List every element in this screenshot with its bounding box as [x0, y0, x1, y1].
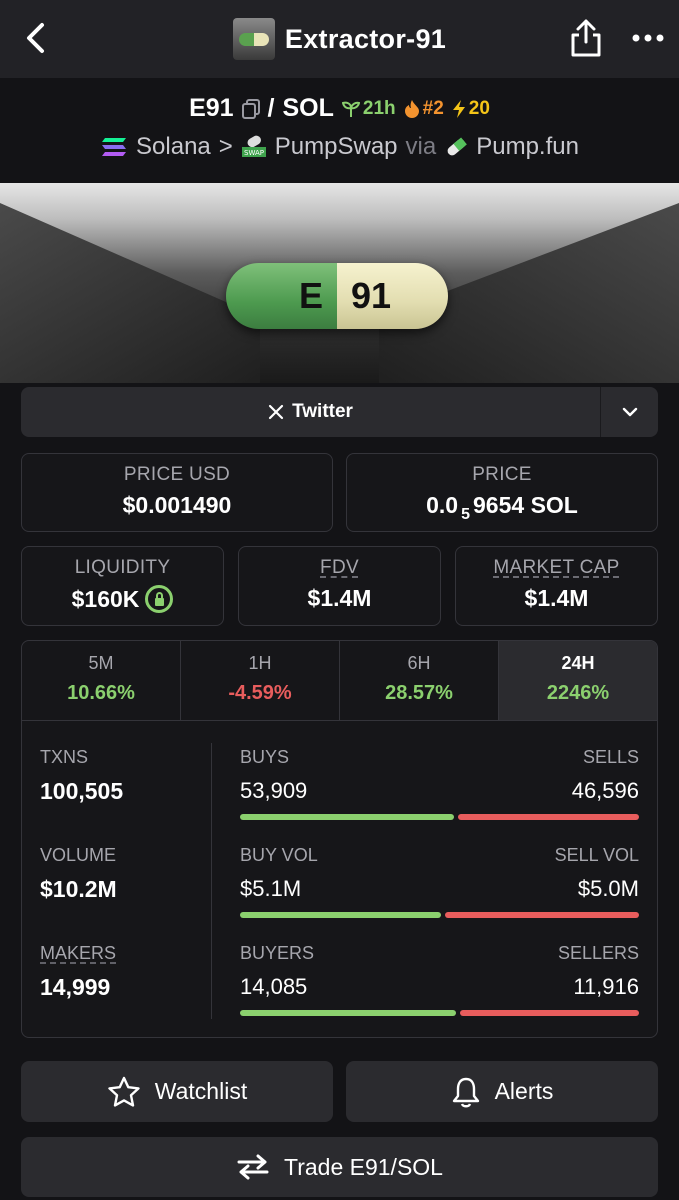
dex-link[interactable]: PumpSwap: [275, 133, 398, 161]
volume-row: VOLUME $10.2M BUY VOL SELL VOL $5.1M $5.0M: [22, 845, 657, 943]
stats-panel: 5M 10.66% 1H -4.59% 6H 28.57% 24H 2246% TXNS…: [21, 640, 658, 1038]
token-banner-image: E 91: [0, 183, 679, 383]
trade-button[interactable]: Trade E91/SOL: [21, 1137, 658, 1197]
quote-symbol: SOL: [282, 94, 334, 122]
volume-label: VOLUME: [40, 845, 117, 865]
chain-link[interactable]: Solana: [136, 133, 211, 161]
copy-icon[interactable]: [241, 98, 260, 119]
makers-row: MAKERS 14,999 BUYERS SELLERS 14,085 11,916: [22, 943, 657, 1037]
buy-vol-label: BUY VOL: [240, 845, 318, 865]
flame-icon: [404, 100, 419, 118]
alerts-button[interactable]: Alerts: [346, 1061, 658, 1122]
market-cap-value: $1.4M: [524, 585, 589, 611]
seedling-icon: [341, 101, 360, 117]
makers-label[interactable]: MAKERS: [40, 943, 116, 964]
sellers-label: SELLERS: [557, 943, 639, 963]
liquidity-value-wrap: $160K: [22, 585, 223, 613]
top-bar: Extractor-91: [0, 0, 679, 78]
buy-vol-value: $5.1M: [240, 876, 302, 901]
makers-value: 14,999: [40, 974, 111, 1000]
price-native-value: 0.0 5 9654 SOL: [426, 492, 578, 523]
share-icon[interactable]: [569, 18, 603, 58]
boosts-value: 20: [468, 97, 490, 119]
txns-label: TXNS: [40, 747, 89, 767]
txns-ratio-bar: [240, 814, 639, 820]
sells-value: 46,596: [571, 778, 639, 803]
watchlist-label: Watchlist: [154, 1078, 248, 1104]
buyers-value: 14,085: [240, 974, 308, 999]
x-logo-icon: [268, 404, 284, 420]
alerts-label: Alerts: [494, 1078, 554, 1104]
liquidity-card: LIQUIDITY $160K: [21, 546, 224, 626]
tab-1h[interactable]: 1H -4.59%: [181, 641, 340, 720]
price-native-label: PRICE: [472, 464, 532, 485]
pair-slash: /: [267, 94, 275, 122]
back-arrow-icon[interactable]: [18, 20, 54, 56]
star-icon: [108, 1076, 140, 1107]
more-options-icon[interactable]: [631, 26, 665, 50]
txns-row: TXNS 100,505 BUYS SELLS 53,909 46,596: [22, 747, 657, 845]
watchlist-button[interactable]: Watchlist: [21, 1061, 333, 1122]
price-usd-label: PRICE USD: [123, 464, 231, 485]
market-cap-label[interactable]: MARKET CAP: [456, 557, 657, 579]
links-dropdown[interactable]: [600, 387, 658, 437]
launchpad-link[interactable]: Pump.fun: [476, 133, 579, 161]
fdv-value: $1.4M: [307, 585, 372, 611]
capsule-left-text: E: [226, 263, 337, 329]
liquidity-value: $160K: [71, 586, 140, 612]
volume-value: $10.2M: [40, 876, 117, 902]
base-symbol: E91: [189, 94, 234, 122]
buyers-label: BUYERS: [240, 943, 315, 963]
lock-icon[interactable]: [145, 585, 174, 613]
solana-logo-icon: [102, 138, 127, 156]
txns-value: 100,505: [40, 778, 124, 804]
price-usd-value: $0.001490: [122, 492, 232, 518]
trending-rank: #2: [404, 98, 444, 120]
route-separator: >: [218, 133, 233, 160]
swap-badge: SWAP: [244, 149, 264, 157]
tab-6h[interactable]: 6H 28.57%: [340, 641, 499, 720]
pumpswap-logo-icon: SWAP: [241, 135, 266, 157]
tab-5m[interactable]: 5M 10.66%: [22, 641, 181, 720]
route-breadcrumb: Solana > SWAP PumpSwap via Pump.fun: [0, 133, 679, 161]
token-thumbnail: [232, 18, 275, 60]
pair-age: 21h: [341, 97, 396, 120]
liquidity-label: LIQUIDITY: [74, 557, 171, 578]
fdv-label[interactable]: FDV: [239, 557, 440, 579]
chevron-down-icon: [622, 407, 637, 417]
capsule-right-text: 91: [337, 263, 448, 329]
twitter-label: Twitter: [292, 401, 353, 422]
tab-24h[interactable]: 24H 2246%: [499, 641, 657, 720]
sells-label: SELLS: [582, 747, 639, 767]
lightning-icon: [452, 99, 465, 118]
timeframe-tabs: 5M 10.66% 1H -4.59% 6H 28.57% 24H 2246%: [22, 641, 657, 721]
volume-ratio-bar: [240, 912, 639, 918]
pair-header: E91 / SOL 21h #2 20 Solana > SWAP PumpSw…: [0, 78, 679, 183]
sellers-value: 11,916: [573, 974, 639, 999]
pumpfun-logo-icon: [447, 137, 468, 156]
price-native-card: PRICE 0.0 5 9654 SOL: [346, 453, 658, 532]
sell-vol-label: SELL VOL: [554, 845, 639, 865]
via-text: via: [405, 133, 437, 160]
buys-label: BUYS: [240, 747, 290, 767]
token-title: Extractor-91: [232, 18, 447, 60]
boosts: 20: [452, 98, 490, 120]
trending-rank-value: #2: [422, 97, 444, 119]
pair-age-value: 21h: [362, 97, 396, 119]
twitter-button[interactable]: Twitter: [21, 387, 600, 437]
market-cap-card: MARKET CAP $1.4M: [455, 546, 658, 626]
page-title: Extractor-91: [284, 23, 447, 54]
sell-vol-value: $5.0M: [577, 876, 639, 901]
social-links-row: Twitter: [21, 387, 658, 437]
fdv-card: FDV $1.4M: [238, 546, 441, 626]
price-usd-card: PRICE USD $0.001490: [21, 453, 333, 532]
buys-value: 53,909: [240, 778, 308, 803]
trade-label: Trade E91/SOL: [284, 1153, 443, 1180]
bell-icon: [452, 1077, 479, 1107]
swap-arrows-icon: [237, 1154, 269, 1180]
capsule-graphic: E 91: [226, 263, 448, 329]
makers-ratio-bar: [240, 1010, 639, 1016]
